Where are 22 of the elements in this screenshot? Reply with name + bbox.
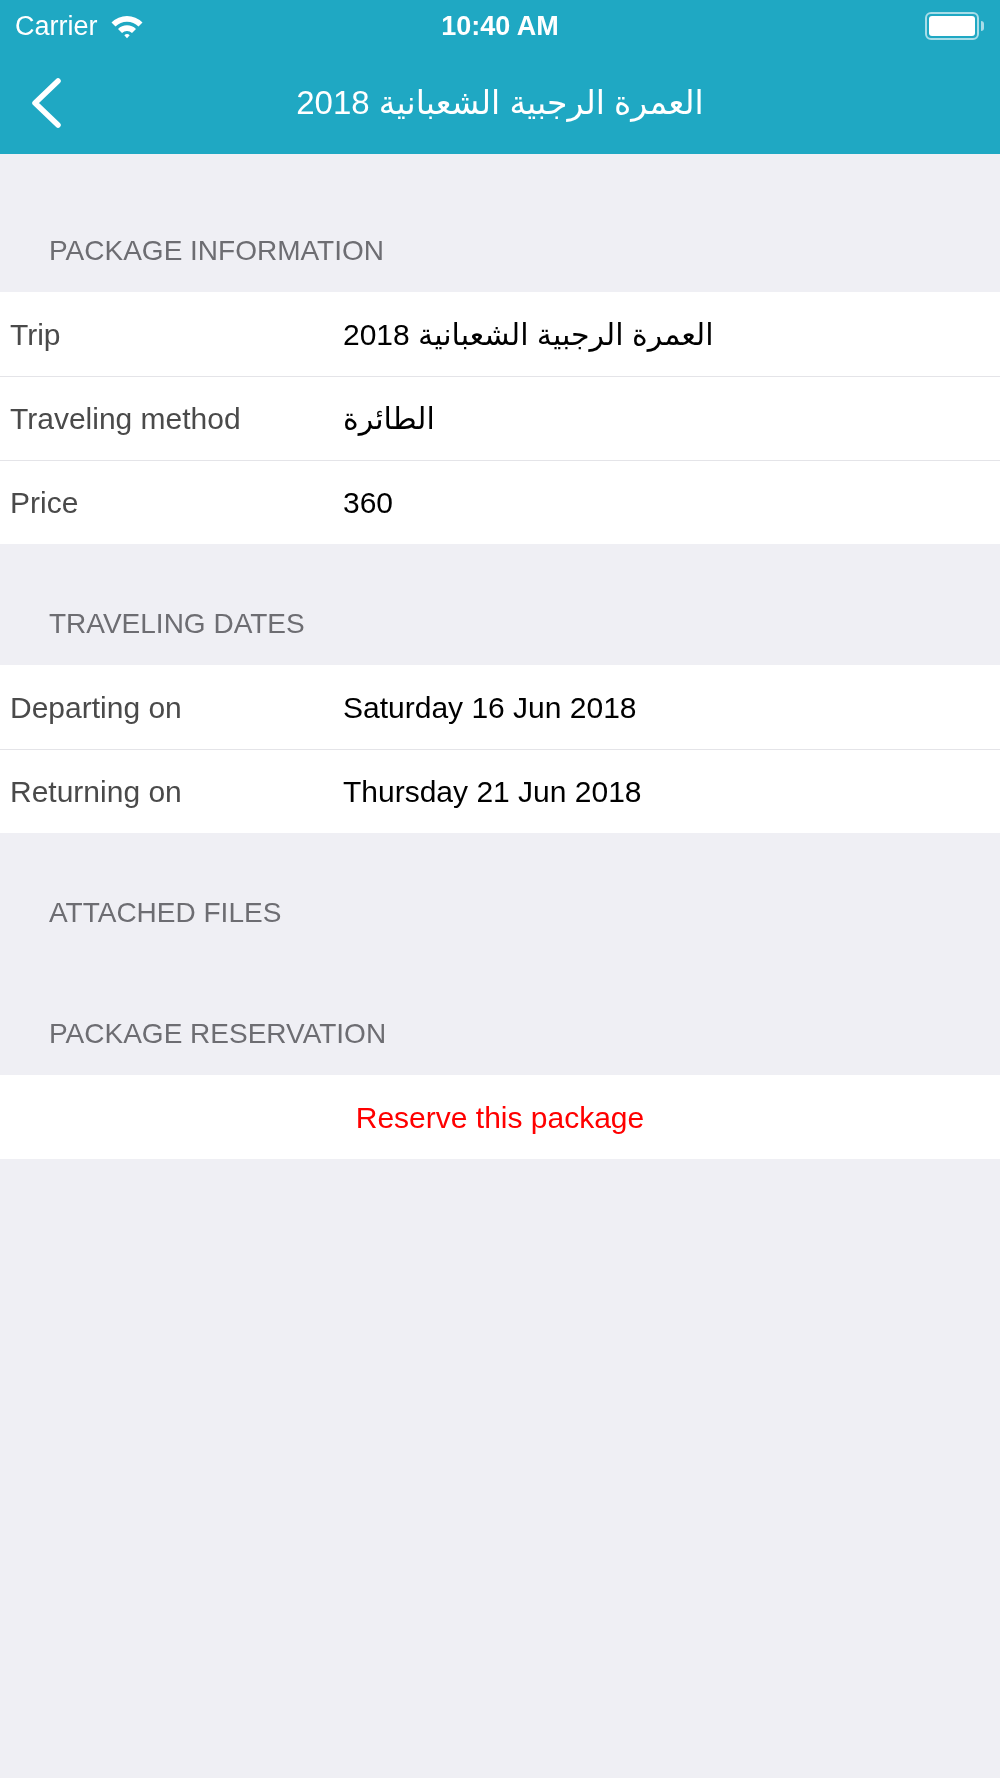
carrier-label: Carrier bbox=[15, 12, 98, 40]
clock-time: 10:40 AM bbox=[441, 11, 559, 41]
section-header: ATTACHED FILES bbox=[49, 897, 282, 928]
section-header: TRAVELING DATES bbox=[49, 608, 305, 639]
section-header: PACKAGE INFORMATION bbox=[49, 235, 384, 266]
field-label: Trip bbox=[10, 317, 61, 351]
page-title: العمرة الرجبية الشعبانية 2018 bbox=[296, 83, 704, 123]
field-value: العمرة الرجبية الشعبانية 2018 bbox=[343, 317, 714, 351]
field-value: الطائرة bbox=[343, 402, 435, 435]
chevron-left-icon bbox=[29, 78, 63, 128]
field-value: 360 bbox=[343, 486, 394, 519]
field-value: Thursday 21 Jun 2018 bbox=[343, 775, 642, 808]
field-value: Saturday 16 Jun 2018 bbox=[343, 690, 637, 724]
field-label: Returning on bbox=[10, 775, 182, 808]
reserve-button[interactable]: Reserve this package bbox=[0, 1075, 1000, 1159]
battery-icon bbox=[925, 12, 985, 40]
field-label: Departing on bbox=[10, 690, 182, 724]
field-label: Price bbox=[10, 486, 79, 519]
wifi-icon bbox=[109, 13, 144, 39]
section-header: PACKAGE RESERVATION bbox=[49, 1018, 387, 1049]
back-button[interactable] bbox=[29, 78, 63, 128]
field-label: Traveling method bbox=[10, 402, 241, 435]
